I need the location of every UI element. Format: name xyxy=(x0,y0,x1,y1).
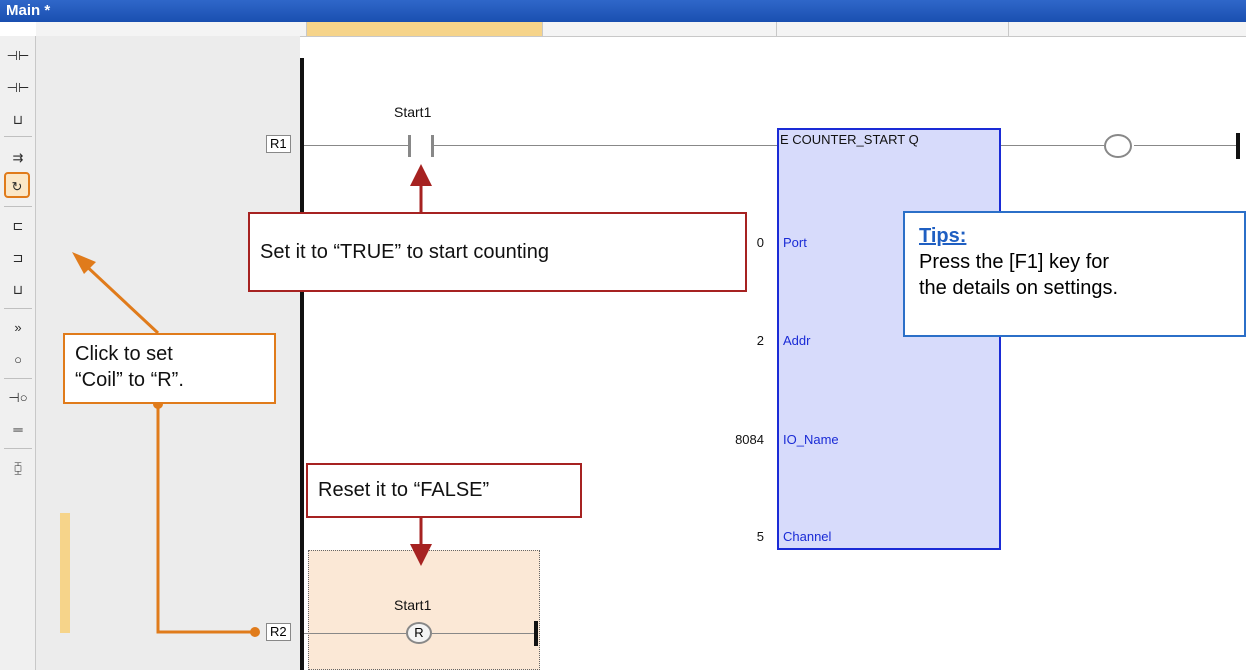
rung-r1-wire xyxy=(434,145,777,146)
comment-icon[interactable]: ⧮ xyxy=(6,458,30,478)
toolbar-separator xyxy=(4,136,32,137)
rung-label-r2[interactable]: R2 xyxy=(266,623,291,641)
contact-variable-label[interactable]: Start1 xyxy=(394,104,431,120)
output-coil[interactable] xyxy=(1104,134,1132,158)
callout-start-counting: Set it to “TRUE” to start counting xyxy=(248,212,747,292)
toolbar-separator xyxy=(4,378,32,379)
tips-line2: the details on settings. xyxy=(919,277,1119,299)
contact-after-icon[interactable]: ⊣⊢ xyxy=(6,78,30,98)
toolbar-scroll-highlight xyxy=(60,513,70,633)
toolbar-separator xyxy=(4,448,32,449)
pin-label: Port xyxy=(783,235,807,250)
toolbar-separator xyxy=(4,206,32,207)
contact-left-bar[interactable] xyxy=(408,135,411,157)
double-line-icon[interactable]: ═ xyxy=(6,420,30,440)
rung-r2-wire xyxy=(432,633,534,634)
pin-label: Channel xyxy=(783,529,832,544)
reset-coil-variable-label[interactable]: Start1 xyxy=(394,597,431,613)
window-title: Main * xyxy=(0,0,1246,22)
rung-label-r1[interactable]: R1 xyxy=(266,135,291,153)
column-header-cell[interactable] xyxy=(1008,22,1246,36)
ld-toolbar: ⊣⊢ ⊣⊢ ⊔ ⇉ ↻ ⊏ ⊐ ⊔ » ○ ⊣○ ═ ⧮ xyxy=(0,36,36,670)
arrow-head xyxy=(410,164,432,186)
jump-icon[interactable]: » xyxy=(6,318,30,338)
rung-r2-end xyxy=(534,621,538,646)
tips-box: Tips: Press the [F1] key for the details… xyxy=(903,211,1246,337)
column-header-cell[interactable] xyxy=(776,22,1008,36)
horizontal-line-icon[interactable]: ⇉ xyxy=(6,148,30,168)
column-header xyxy=(36,22,1246,37)
parallel-block-icon[interactable]: ⊔ xyxy=(6,280,30,300)
pin-value[interactable]: 8084 xyxy=(724,432,764,447)
function-block[interactable] xyxy=(777,128,1001,550)
coil-type-toggle-icon[interactable]: ↻ xyxy=(4,172,30,198)
rung-r2-wire xyxy=(304,633,406,634)
left-power-rail xyxy=(300,58,304,670)
column-header-selected[interactable] xyxy=(306,22,542,36)
tips-line1: Press the [F1] key for xyxy=(919,251,1110,273)
callout-coil-line2: “Coil” to “R”. xyxy=(75,369,184,391)
column-header-cell[interactable] xyxy=(542,22,776,36)
right-power-rail xyxy=(1236,133,1240,159)
pin-label: Addr xyxy=(783,333,811,348)
block-before-icon[interactable]: ⊏ xyxy=(6,216,30,236)
parallel-contact-icon[interactable]: ⊔ xyxy=(6,110,30,130)
pin-value[interactable]: 5 xyxy=(724,529,764,544)
callout-reset: Reset it to “FALSE” xyxy=(306,463,582,518)
coil-icon[interactable]: ○ xyxy=(6,350,30,370)
callout-coil-line1: Click to set xyxy=(75,343,173,365)
block-after-icon[interactable]: ⊐ xyxy=(6,248,30,268)
rung-r1-wire xyxy=(1001,145,1104,146)
toolbar-separator xyxy=(4,308,32,309)
reset-coil[interactable]: R xyxy=(406,622,432,644)
callout-coil: Click to set “Coil” to “R”. xyxy=(63,333,276,404)
rung-r1-wire xyxy=(1134,145,1236,146)
contact-coil-icon[interactable]: ⊣○ xyxy=(6,388,30,408)
rung-r1-wire xyxy=(304,145,408,146)
tips-title: Tips: xyxy=(919,225,967,247)
pin-label: IO_Name xyxy=(783,432,839,447)
contact-right-bar[interactable] xyxy=(431,135,434,157)
pin-value[interactable]: 2 xyxy=(724,333,764,348)
contact-before-icon[interactable]: ⊣⊢ xyxy=(6,46,30,66)
function-block-title: E COUNTER_START Q xyxy=(780,132,919,147)
